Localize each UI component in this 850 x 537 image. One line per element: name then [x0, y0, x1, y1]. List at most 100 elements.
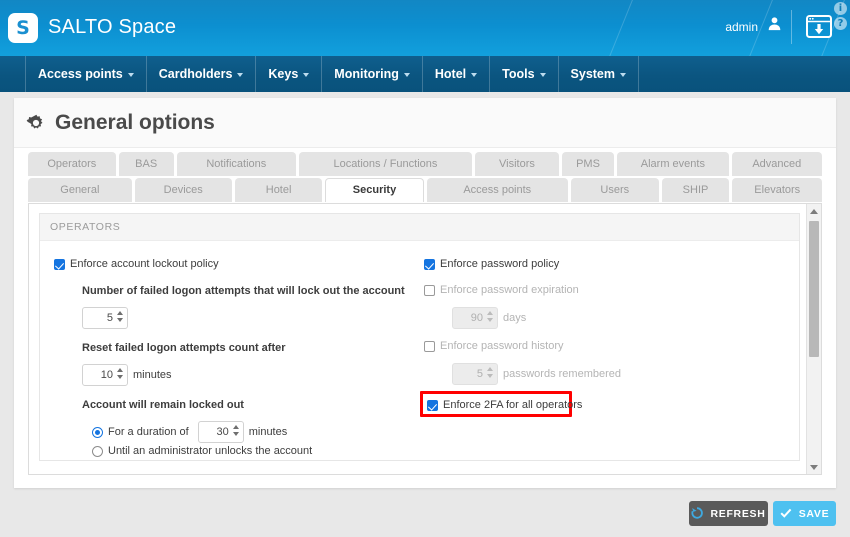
tab-alarm-events[interactable]: Alarm events [617, 152, 729, 176]
password-expiration-stepper[interactable]: 90 [452, 307, 498, 329]
reset-count-value: 10 [100, 369, 113, 381]
stepper-down-icon[interactable] [117, 375, 123, 379]
tab-security[interactable]: Security [325, 178, 424, 202]
menu-item-monitoring[interactable]: Monitoring [321, 56, 422, 92]
stepper-up-icon[interactable] [487, 311, 493, 315]
stepper-up-icon[interactable] [232, 425, 239, 429]
stepper-down-icon[interactable] [487, 318, 493, 322]
settings-scrollbar[interactable] [806, 204, 821, 474]
locked-out-label: Account will remain locked out [82, 399, 244, 411]
enforce-password-policy-label: Enforce password policy [440, 258, 560, 270]
salto-logo[interactable]: S [8, 13, 38, 43]
enforce-2fa-label: Enforce 2FA for all operators [443, 399, 583, 411]
stepper-down-icon[interactable] [117, 318, 123, 322]
current-user-label[interactable]: admin [725, 20, 758, 34]
page-card: General options Operators BAS Notificati… [14, 98, 836, 488]
enforce-password-history-checkbox[interactable] [424, 340, 435, 352]
enforce-password-history-row[interactable]: Enforce password history [424, 340, 564, 352]
stepper-up-icon[interactable] [487, 367, 493, 371]
enforce-password-policy-checkbox[interactable] [424, 258, 435, 270]
tab-locations-functions[interactable]: Locations / Functions [298, 152, 473, 176]
info-icon[interactable]: i [834, 2, 847, 15]
save-button-label: SAVE [798, 507, 830, 520]
tab-ship[interactable]: SHIP [661, 178, 730, 202]
duration-unit: minutes [248, 426, 288, 438]
failed-attempts-field-row[interactable]: 5 [82, 307, 128, 329]
enforce-2fa-row[interactable]: Enforce 2FA for all operators [427, 399, 582, 411]
stepper-up-icon[interactable] [117, 311, 123, 315]
tab-row-secondary: General Devices Hotel Security Access po… [14, 178, 836, 202]
duration-radio-row[interactable]: For a duration of 30 minutes [92, 421, 287, 443]
tab-access-points[interactable]: Access points [426, 178, 568, 202]
stepper-down-icon[interactable] [487, 374, 493, 378]
save-button[interactable]: SAVE [773, 501, 836, 526]
stepper-arrows[interactable] [232, 425, 239, 436]
settings-columns: Enforce account lockout policy Number of… [40, 241, 799, 460]
password-history-value: 5 [476, 368, 483, 380]
menu-item-keys[interactable]: Keys [255, 56, 321, 92]
duration-radio[interactable] [92, 426, 103, 438]
enforce-account-lockout-policy-checkbox[interactable] [54, 258, 65, 270]
scroll-down-button[interactable] [807, 460, 821, 474]
menu-label: System [570, 67, 616, 81]
tab-notifications[interactable]: Notifications [176, 152, 296, 176]
menu-label: Access points [38, 67, 123, 81]
refresh-icon [691, 506, 704, 521]
reset-count-label: Reset failed logon attempts count after [82, 342, 286, 354]
tab-pms[interactable]: PMS [561, 152, 615, 176]
chevron-up-icon [810, 208, 818, 214]
failed-attempts-stepper[interactable]: 5 [82, 307, 128, 329]
tab-bas[interactable]: BAS [118, 152, 174, 176]
admin-unlock-radio-row[interactable]: Until an administrator unlocks the accou… [92, 445, 312, 457]
password-history-stepper[interactable]: 5 [452, 363, 498, 385]
chevron-down-icon [620, 73, 627, 77]
stepper-arrows[interactable] [487, 311, 493, 322]
admin-unlock-radio[interactable] [92, 445, 103, 457]
stepper-arrows[interactable] [487, 367, 493, 378]
refresh-button[interactable]: REFRESH [689, 501, 768, 526]
stepper-arrows[interactable] [117, 368, 123, 379]
duration-stepper[interactable]: 30 [197, 421, 244, 443]
enforce-password-expiration-row[interactable]: Enforce password expiration [424, 284, 579, 296]
password-expiration-field-row[interactable]: 90 days [452, 307, 526, 329]
menu-item-tools[interactable]: Tools [489, 56, 557, 92]
stepper-up-icon[interactable] [117, 368, 123, 372]
tab-general[interactable]: General [28, 178, 132, 202]
tab-devices[interactable]: Devices [134, 178, 232, 202]
operators-section: OPERATORS Enforce account lockout policy… [39, 213, 800, 461]
enforce-password-history-label: Enforce password history [440, 340, 564, 352]
footer-actions: REFRESH SAVE [0, 496, 850, 537]
menu-label: Keys [268, 67, 299, 81]
stepper-down-icon[interactable] [232, 432, 239, 436]
tab-elevators[interactable]: Elevators [732, 178, 822, 202]
chevron-down-icon [539, 73, 546, 77]
help-icon[interactable]: ? [834, 17, 847, 30]
reset-count-field-row[interactable]: 10 minutes [82, 364, 172, 386]
tab-operators[interactable]: Operators [28, 152, 116, 176]
stepper-arrows[interactable] [117, 311, 123, 322]
enforce-account-lockout-policy-row[interactable]: Enforce account lockout policy [54, 258, 219, 270]
menu-item-hotel[interactable]: Hotel [421, 56, 489, 92]
menu-item-system[interactable]: System [557, 56, 640, 92]
password-history-field-row[interactable]: 5 passwords remembered [452, 363, 621, 385]
scroll-up-button[interactable] [807, 204, 821, 218]
main-menu-bar: Access points Cardholders Keys Monitorin… [0, 56, 850, 92]
download-window-icon[interactable] [804, 14, 834, 40]
enforce-2fa-checkbox[interactable] [427, 399, 438, 411]
chevron-down-icon [810, 464, 818, 470]
reset-count-stepper[interactable]: 10 [82, 364, 128, 386]
user-icon[interactable] [767, 16, 782, 35]
check-icon [780, 507, 792, 521]
scrollbar-thumb[interactable] [809, 221, 819, 357]
tab-users[interactable]: Users [570, 178, 659, 202]
page-title: General options [55, 110, 215, 134]
tab-advanced[interactable]: Advanced [731, 152, 822, 176]
tab-visitors[interactable]: Visitors [475, 152, 559, 176]
enforce-password-policy-row[interactable]: Enforce password policy [424, 258, 559, 270]
menu-item-access-points[interactable]: Access points [25, 56, 146, 92]
header-decoration [598, 0, 641, 56]
tab-hotel[interactable]: Hotel [234, 178, 323, 202]
chevron-down-icon [237, 73, 244, 77]
menu-item-cardholders[interactable]: Cardholders [145, 56, 256, 92]
enforce-password-expiration-checkbox[interactable] [424, 284, 435, 296]
